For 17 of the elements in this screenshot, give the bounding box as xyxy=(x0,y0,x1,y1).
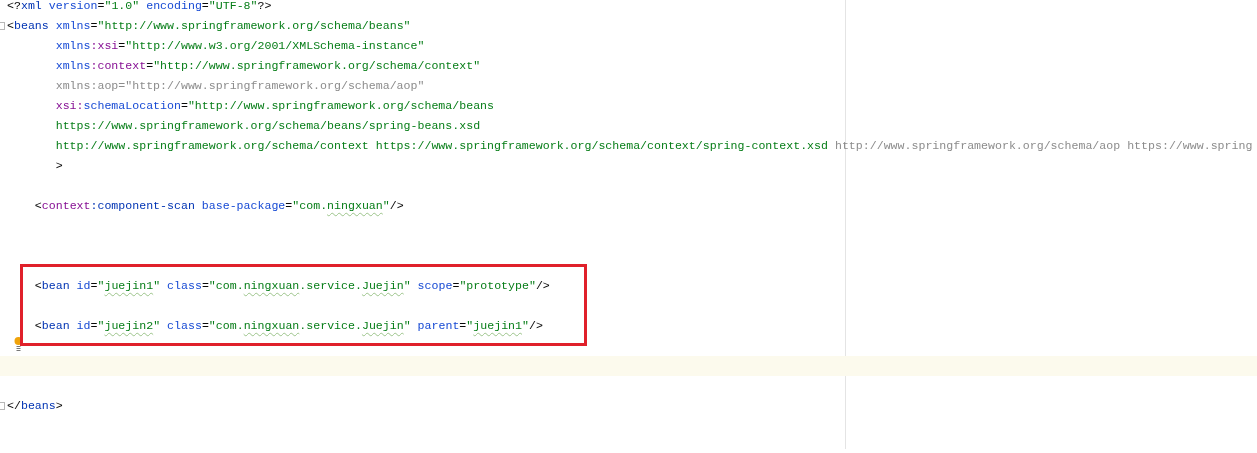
code-line: http://www.springframework.org/schema/context https://www.springframework.org/schema/context/spring-context.xsd http://www.springframework.org/schema/aop https://www.spring xyxy=(54,138,1253,154)
code-line: xsi:schemaLocation="http://www.springframework.org/schema/beans xyxy=(54,98,495,114)
code-line: xmlns:xsi="http://www.w3.org/2001/XMLSchema-instance" xyxy=(54,38,425,54)
code-line: </beans> xyxy=(7,398,63,414)
fold-marker-icon[interactable] xyxy=(0,22,5,30)
fold-marker-icon[interactable] xyxy=(0,402,5,410)
code-editor[interactable] xyxy=(0,0,1257,449)
lightbulb-icon[interactable] xyxy=(14,336,23,352)
code-line: <beans xmlns="http://www.springframework.org/schema/beans" xyxy=(7,18,411,34)
code-line: <bean id="juejin2" class="com.ningxuan.service.Juejin" parent="juejin1"/> xyxy=(33,318,543,334)
code-line: > xyxy=(54,158,63,174)
code-line: <context:component-scan base-package="com.ningxuan"/> xyxy=(33,198,404,214)
code-line: <?xml version="1.0" encoding="UTF-8"?> xyxy=(7,0,272,14)
code-line: xmlns:aop="http://www.springframework.org/schema/aop" xyxy=(54,78,425,94)
code-line: xmlns:context="http://www.springframework.org/schema/context" xyxy=(54,58,481,74)
code-line: https://www.springframework.org/schema/beans/spring-beans.xsd xyxy=(54,118,481,134)
code-line: <bean id="juejin1" class="com.ningxuan.service.Juejin" scope="prototype"/> xyxy=(33,278,550,294)
